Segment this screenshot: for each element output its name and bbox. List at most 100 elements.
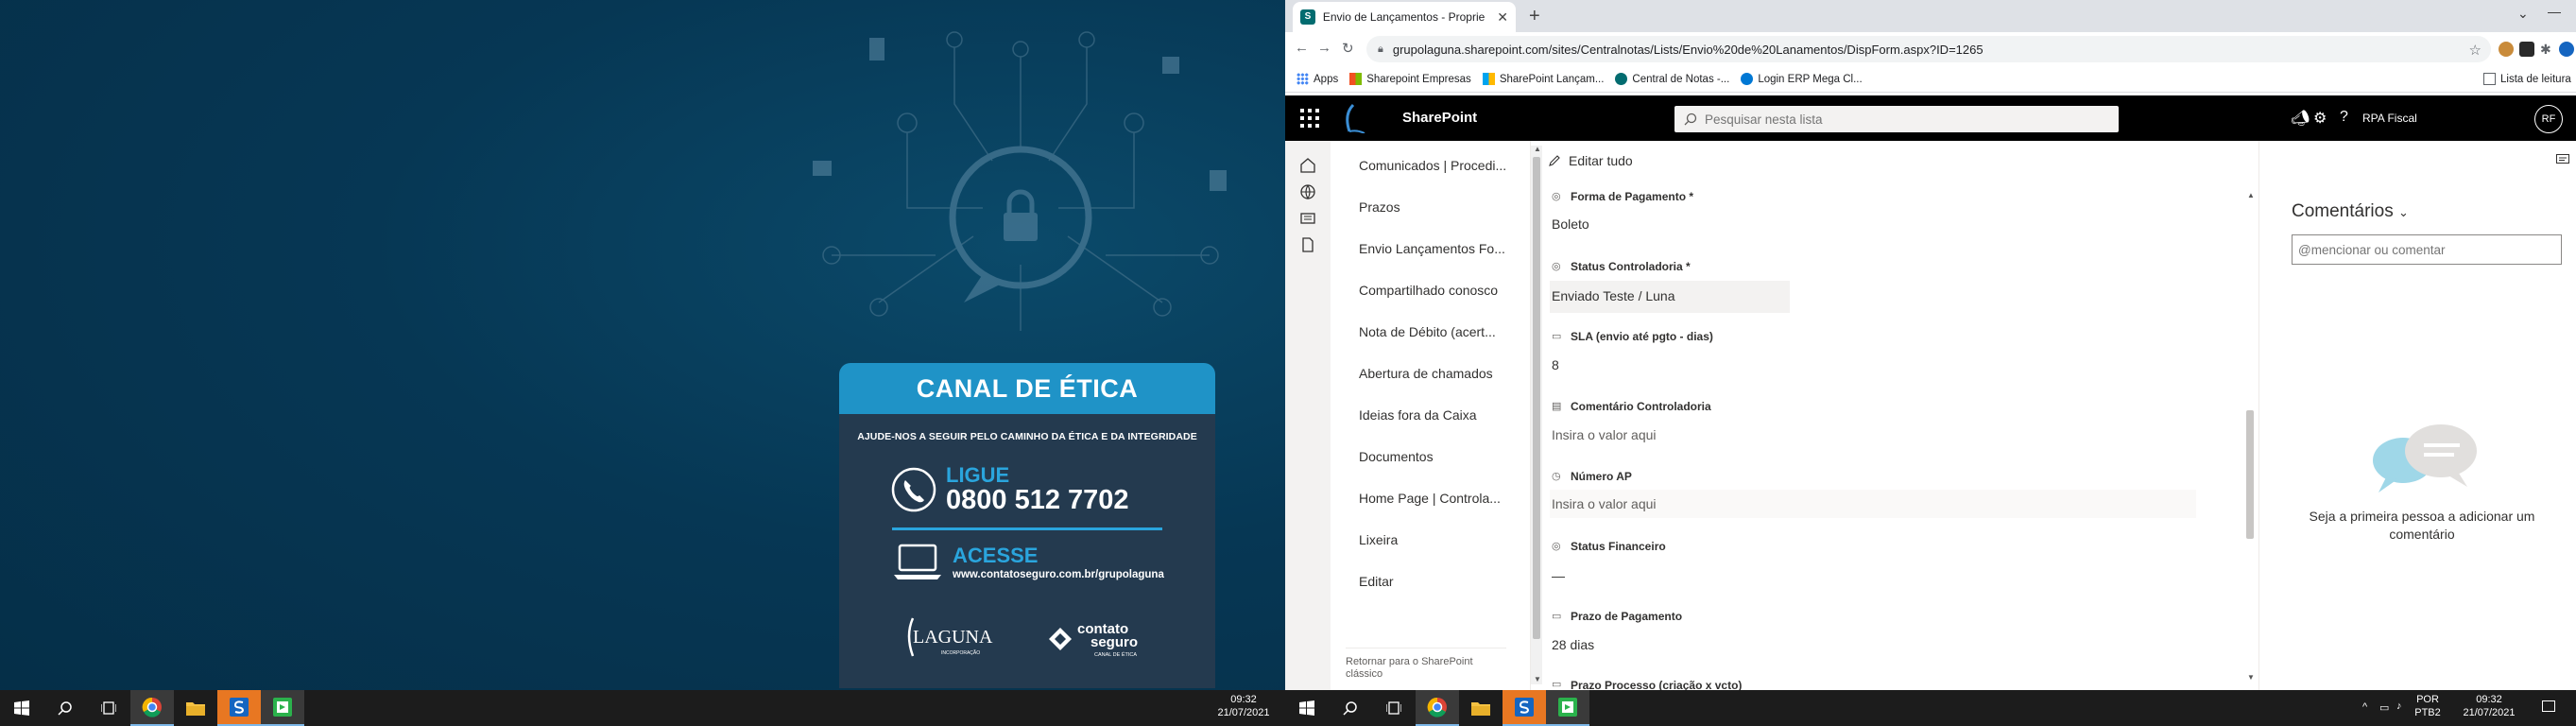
file-explorer-taskbar-button[interactable]: [1459, 690, 1503, 726]
omnibox[interactable]: 🔒︎ grupolaguna.sharepoint.com/sites/Cent…: [1366, 36, 2491, 62]
start-button[interactable]: [0, 690, 43, 726]
user-name[interactable]: RPA Fiscal: [2362, 112, 2417, 125]
globe-icon[interactable]: [1298, 182, 1317, 201]
field-value-forma-pagamento[interactable]: Boleto: [1552, 216, 1589, 232]
search-taskbar-button[interactable]: [43, 690, 87, 726]
browser-tab-active[interactable]: S Envio de Lançamentos - Proprie ✕: [1293, 2, 1516, 32]
laguna-site-logo[interactable]: [1340, 103, 1366, 133]
bookmark-star-icon[interactable]: ☆: [2469, 42, 2482, 59]
nav-scroll-up-icon[interactable]: ▲: [1534, 145, 1541, 153]
edit-all-button[interactable]: Editar tudo: [1548, 153, 1633, 168]
field-value-comentario-controladoria[interactable]: Insira o valor aqui: [1552, 427, 1657, 442]
news-icon[interactable]: [1298, 209, 1317, 228]
nav-item-lixeira[interactable]: Lixeira: [1359, 532, 1398, 547]
green-app-taskbar-button[interactable]: [261, 690, 304, 726]
nav-item-abertura-chamados[interactable]: Abertura de chamados: [1359, 366, 1493, 381]
field-value-prazo-pagamento[interactable]: 28 dias: [1552, 637, 1594, 652]
home-icon[interactable]: [1298, 156, 1317, 175]
form-scroll-up-icon[interactable]: ▲: [2247, 191, 2255, 199]
windows-logo-icon: [14, 700, 29, 716]
tab-close-icon[interactable]: ✕: [1497, 9, 1508, 26]
start-button[interactable]: [1285, 690, 1329, 726]
extension-avatar-icon[interactable]: [2499, 42, 2514, 57]
bookmarks-bar: Apps Sharepoint Empresas SharePoint Lanç…: [1285, 66, 2576, 93]
field-label-numero-ap: ◷ Número AP: [1552, 470, 1632, 483]
search-taskbar-button[interactable]: [1329, 690, 1372, 726]
profile-icon[interactable]: [2559, 42, 2574, 57]
gear-icon[interactable]: ⚙: [2313, 109, 2327, 128]
app-s-icon: [1515, 698, 1534, 717]
nav-item-envio-lancamentos[interactable]: Envio Lançamentos Fo...: [1359, 241, 1505, 256]
tray-chevron-up-icon[interactable]: ^: [2362, 701, 2367, 713]
minimize-button[interactable]: —: [2548, 4, 2561, 19]
lock-icon[interactable]: 🔒︎: [1378, 43, 1383, 56]
reading-list[interactable]: Lista de leitura: [2483, 73, 2571, 85]
bookmark-label: SharePoint Lançam...: [1499, 73, 1605, 85]
extensions-puzzle-icon[interactable]: ✱: [2540, 42, 2555, 57]
bookmark-login-erp[interactable]: Login ERP Mega Cl...: [1741, 73, 1863, 85]
search-input[interactable]: [1705, 112, 2102, 127]
sharepoint-app-taskbar-button[interactable]: [1503, 690, 1546, 726]
green-app-icon: [1558, 698, 1577, 717]
bookmark-sharepoint-lancamentos[interactable]: SharePoint Lançam...: [1482, 73, 1605, 85]
url-text[interactable]: grupolaguna.sharepoint.com/sites/Central…: [1393, 43, 1984, 57]
form-scroll-down-icon[interactable]: ▼: [2247, 673, 2255, 682]
network-icon[interactable]: ▭: [2379, 701, 2389, 714]
avatar[interactable]: RF: [2534, 105, 2563, 133]
app-launcher-waffle-icon[interactable]: [1291, 99, 1329, 137]
volume-icon[interactable]: ♪: [2396, 700, 2402, 712]
nav-item-compartilhado[interactable]: Compartilhado conosco: [1359, 283, 1498, 298]
bookmark-central-de-notas[interactable]: Central de Notas -...: [1615, 73, 1729, 85]
phone-label: LIGUE: [946, 463, 1010, 487]
comments-toggle-icon[interactable]: [2556, 154, 2569, 165]
return-classic-link[interactable]: Retornar para o SharePoint clássico: [1346, 648, 1506, 681]
ethics-card-tagline: AJUDE-NOS A SEGUIR PELO CAMINHO DA ÉTICA…: [857, 431, 1197, 442]
field-value-status-controladoria[interactable]: Enviado Teste / Luna: [1552, 288, 1675, 303]
field-label-text: Prazo Processo (criação x vcto): [1571, 679, 1743, 690]
form-scrollbar-thumb[interactable]: [2246, 410, 2254, 539]
green-app-taskbar-button[interactable]: [1546, 690, 1589, 726]
nav-item-nota-de-debito[interactable]: Nota de Débito (acert...: [1359, 324, 1496, 339]
comments-title[interactable]: Comentários ⌄: [2292, 201, 2409, 222]
nav-item-home-page[interactable]: Home Page | Controla...: [1359, 491, 1501, 506]
field-label-text: Status Controladoria *: [1571, 260, 1691, 273]
phone-number: 0800 512 7702: [946, 485, 1129, 515]
comment-input[interactable]: [2292, 234, 2562, 265]
nav-scroll-down-icon[interactable]: ▼: [1534, 675, 1541, 683]
forward-arrow-icon[interactable]: →: [1317, 40, 1331, 56]
task-view-button[interactable]: [87, 690, 130, 726]
nav-scrollbar-thumb[interactable]: [1533, 157, 1540, 639]
sharepoint-title[interactable]: SharePoint: [1402, 110, 1477, 126]
right-taskbar-clock[interactable]: 09:32 21/07/2021: [2455, 693, 2523, 719]
field-value-sla[interactable]: 8: [1552, 357, 1559, 372]
file-explorer-taskbar-button[interactable]: [174, 690, 217, 726]
nav-item-documentos[interactable]: Documentos: [1359, 449, 1434, 464]
document-icon[interactable]: [1298, 235, 1317, 254]
extension-dark-icon[interactable]: [2519, 42, 2534, 57]
tab-search-icon[interactable]: ⌄: [2517, 6, 2529, 22]
notifications-icon[interactable]: [2542, 700, 2555, 712]
field-value-status-financeiro[interactable]: —: [1552, 568, 1565, 583]
chrome-taskbar-button[interactable]: [130, 690, 174, 726]
search-box[interactable]: [1674, 106, 2119, 132]
left-taskbar-clock[interactable]: 09:32 21/07/2021: [1210, 693, 1278, 719]
wallpaper-circuit-illustration: [813, 31, 1227, 331]
field-value-numero-ap[interactable]: Insira o valor aqui: [1552, 496, 1657, 511]
new-tab-button[interactable]: +: [1529, 6, 1540, 27]
language-indicator[interactable]: POR PTB2: [2413, 693, 2442, 719]
task-view-button[interactable]: [1372, 690, 1416, 726]
sharepoint-app-taskbar-button[interactable]: [217, 690, 261, 726]
reload-icon[interactable]: ↻: [1342, 40, 1354, 57]
nav-item-editar[interactable]: Editar: [1359, 574, 1394, 589]
megaphone-icon[interactable]: 📣︎: [2291, 109, 2310, 128]
chrome-taskbar-button[interactable]: [1416, 690, 1459, 726]
bookmark-sharepoint-empresas[interactable]: Sharepoint Empresas: [1349, 73, 1471, 85]
help-icon[interactable]: ?: [2340, 109, 2348, 126]
back-arrow-icon[interactable]: ←: [1295, 40, 1309, 56]
nav-item-prazos[interactable]: Prazos: [1359, 199, 1400, 215]
nav-item-comunicados[interactable]: Comunicados | Procedi...: [1359, 158, 1506, 173]
nav-item-ideias[interactable]: Ideias fora da Caixa: [1359, 407, 1477, 423]
pencil-icon: [1549, 155, 1560, 166]
edit-all-label: Editar tudo: [1569, 153, 1633, 168]
bookmark-apps[interactable]: Apps: [1297, 73, 1338, 85]
